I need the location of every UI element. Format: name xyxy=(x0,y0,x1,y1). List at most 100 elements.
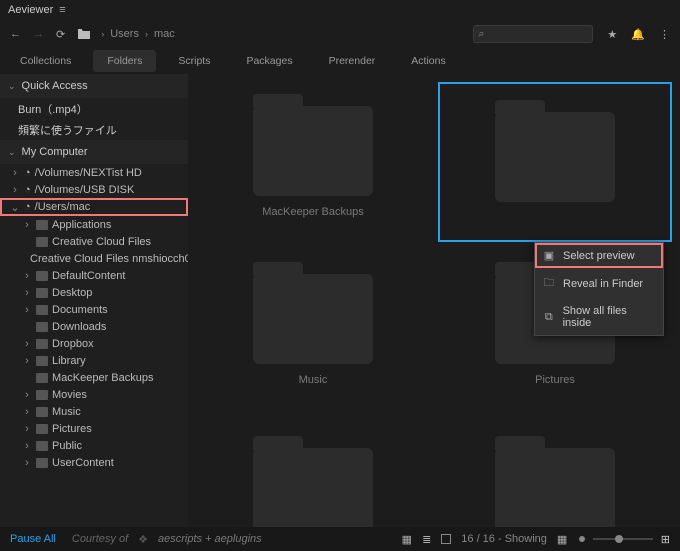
sidebar-item-label: 頻繁に使うファイル xyxy=(18,122,117,138)
chevron-right-icon[interactable]: › xyxy=(22,338,32,350)
tree-item-label: Movies xyxy=(52,389,87,401)
chevron-right-icon[interactable]: › xyxy=(22,270,32,282)
folder-card[interactable]: MacKeeper Backups xyxy=(196,82,430,242)
tree-item[interactable]: Downloads xyxy=(0,318,188,335)
chevron-right-icon[interactable]: › xyxy=(22,389,32,401)
home-folder-icon[interactable] xyxy=(77,27,91,42)
forward-button[interactable]: → xyxy=(33,28,44,40)
tree-item[interactable]: ›Public xyxy=(0,437,188,454)
folder-icon xyxy=(36,441,48,451)
tree-item-label: MacKeeper Backups xyxy=(52,372,154,384)
refresh-button[interactable]: ⟳ xyxy=(56,28,65,41)
back-button[interactable]: ← xyxy=(10,28,21,40)
quick-item[interactable]: 頻繁に使うファイル xyxy=(0,119,188,140)
tab-collections[interactable]: Collections xyxy=(6,50,85,72)
status-bar: Pause All Courtesy of ❖ aescripts + aepl… xyxy=(0,527,680,551)
tree-item[interactable]: ›Music xyxy=(0,403,188,420)
my-computer-label: My Computer xyxy=(22,146,88,158)
tree-item[interactable]: Creative Cloud Files nmshiocch001@ xyxy=(0,250,188,267)
quick-item[interactable]: Burn（.mp4） xyxy=(0,98,188,119)
more-vert-icon[interactable]: ⋮ xyxy=(659,28,670,41)
breadcrumb-root[interactable]: Users xyxy=(110,28,139,40)
grid-view-icon[interactable]: ▦ xyxy=(402,533,412,546)
ctx-reveal-finder[interactable]: 🗀 Reveal in Finder xyxy=(535,268,663,299)
chevron-right-icon[interactable]: › xyxy=(22,440,32,452)
tabs: Collections Folders Scripts Packages Pre… xyxy=(0,48,680,74)
tree-item[interactable]: ›Applications xyxy=(0,216,188,233)
tree-item-label: UserContent xyxy=(52,457,114,469)
my-computer-header[interactable]: ⌄ My Computer xyxy=(0,140,188,164)
tree-item-label: Desktop xyxy=(52,287,92,299)
folder-icon xyxy=(253,274,373,364)
app-grid-icon[interactable]: ⊞ xyxy=(661,533,670,546)
courtesy-label: Courtesy of xyxy=(72,533,128,545)
chevron-right-icon[interactable]: › xyxy=(22,304,32,316)
folder-icon xyxy=(36,458,48,468)
nav-group: ← → ⟳ xyxy=(10,27,91,42)
chevron-right-icon[interactable]: › xyxy=(22,355,32,367)
volume-item[interactable]: › ◔ /Volumes/USB DISK xyxy=(0,181,188,198)
breadcrumb: › Users › mac xyxy=(101,28,175,40)
folder-icon xyxy=(36,305,48,315)
tab-prerender[interactable]: Prerender xyxy=(315,50,390,72)
ctx-select-preview[interactable]: ▣ Select preview xyxy=(535,243,663,268)
pause-all-button[interactable]: Pause All xyxy=(10,533,56,545)
context-menu: ▣ Select preview 🗀 Reveal in Finder ⧉ Sh… xyxy=(534,242,664,336)
chevron-right-icon[interactable]: › xyxy=(22,423,32,435)
tab-packages[interactable]: Packages xyxy=(232,50,306,72)
tree-item[interactable]: ›Pictures xyxy=(0,420,188,437)
search-field[interactable] xyxy=(485,28,575,40)
chevron-right-icon[interactable]: › xyxy=(22,287,32,299)
folder-icon xyxy=(253,448,373,527)
box-view-icon[interactable] xyxy=(441,534,451,544)
tree-item[interactable]: ›DefaultContent xyxy=(0,267,188,284)
chevron-right-icon[interactable]: › xyxy=(10,184,20,196)
users-mac-item[interactable]: ⌄ ◔ /Users/mac xyxy=(0,198,188,216)
tiles-icon[interactable]: ▦ xyxy=(557,533,567,546)
folder-icon xyxy=(36,390,48,400)
zoom-slider[interactable] xyxy=(593,538,653,540)
chevron-down-icon: ⌄ xyxy=(8,81,16,92)
tree-item[interactable]: › Desktop xyxy=(0,284,188,301)
folder-card[interactable] xyxy=(196,418,430,527)
star-icon[interactable]: ★ xyxy=(607,28,617,41)
sidebar-item-label: /Users/mac xyxy=(35,201,91,213)
chevron-right-icon[interactable]: › xyxy=(10,167,20,179)
chevron-right-icon[interactable]: › xyxy=(22,219,32,231)
folder-card[interactable] xyxy=(438,418,672,527)
tree-item[interactable]: › UserContent xyxy=(0,454,188,471)
chevron-right-icon[interactable]: › xyxy=(22,406,32,418)
tree-item-label: Documents xyxy=(52,304,108,316)
chevron-down-icon[interactable]: ⌄ xyxy=(10,201,20,214)
folder-icon: 🗀 xyxy=(543,274,555,293)
sidebar-item-label: /Volumes/USB DISK xyxy=(35,184,135,196)
folder-icon xyxy=(36,237,48,247)
tree-item[interactable]: ›Dropbox xyxy=(0,335,188,352)
tree-item[interactable]: › Documents xyxy=(0,301,188,318)
hamburger-icon[interactable]: ≡ xyxy=(59,4,65,16)
folder-icon xyxy=(253,106,373,196)
folder-label: Pictures xyxy=(535,374,575,386)
chevron-right-icon[interactable]: › xyxy=(22,457,32,469)
tree-item[interactable]: › Movies xyxy=(0,386,188,403)
tree-item-label: Creative Cloud Files nmshiocch001@ xyxy=(30,253,188,265)
sidebar: ⌄ Quick Access Burn（.mp4） 頻繁に使うファイル ⌄ My… xyxy=(0,74,188,527)
quick-access-header[interactable]: ⌄ Quick Access xyxy=(0,74,188,98)
folder-card[interactable] xyxy=(438,82,672,242)
breadcrumb-child[interactable]: mac xyxy=(154,28,175,40)
tab-actions[interactable]: Actions xyxy=(397,50,459,72)
tree-item[interactable]: MacKeeper Backups xyxy=(0,369,188,386)
tree-item[interactable]: ›Library xyxy=(0,352,188,369)
zoom-min-icon xyxy=(579,536,585,542)
tab-scripts[interactable]: Scripts xyxy=(164,50,224,72)
list-view-icon[interactable]: ≣ xyxy=(422,533,431,546)
bell-icon[interactable]: 🔔 xyxy=(631,28,645,41)
folder-card[interactable]: Music xyxy=(196,250,430,410)
search-input[interactable]: ⌕ xyxy=(473,25,593,43)
volume-item[interactable]: › ◔ /Volumes/NEXTist HD xyxy=(0,164,188,181)
aescripts-logo-text: aescripts + aeplugins xyxy=(158,533,262,545)
tree-item-label: Creative Cloud Files xyxy=(52,236,151,248)
tab-folders[interactable]: Folders xyxy=(93,50,156,72)
tree-item[interactable]: Creative Cloud Files xyxy=(0,233,188,250)
ctx-show-all[interactable]: ⧉ Show all files inside xyxy=(535,299,663,335)
